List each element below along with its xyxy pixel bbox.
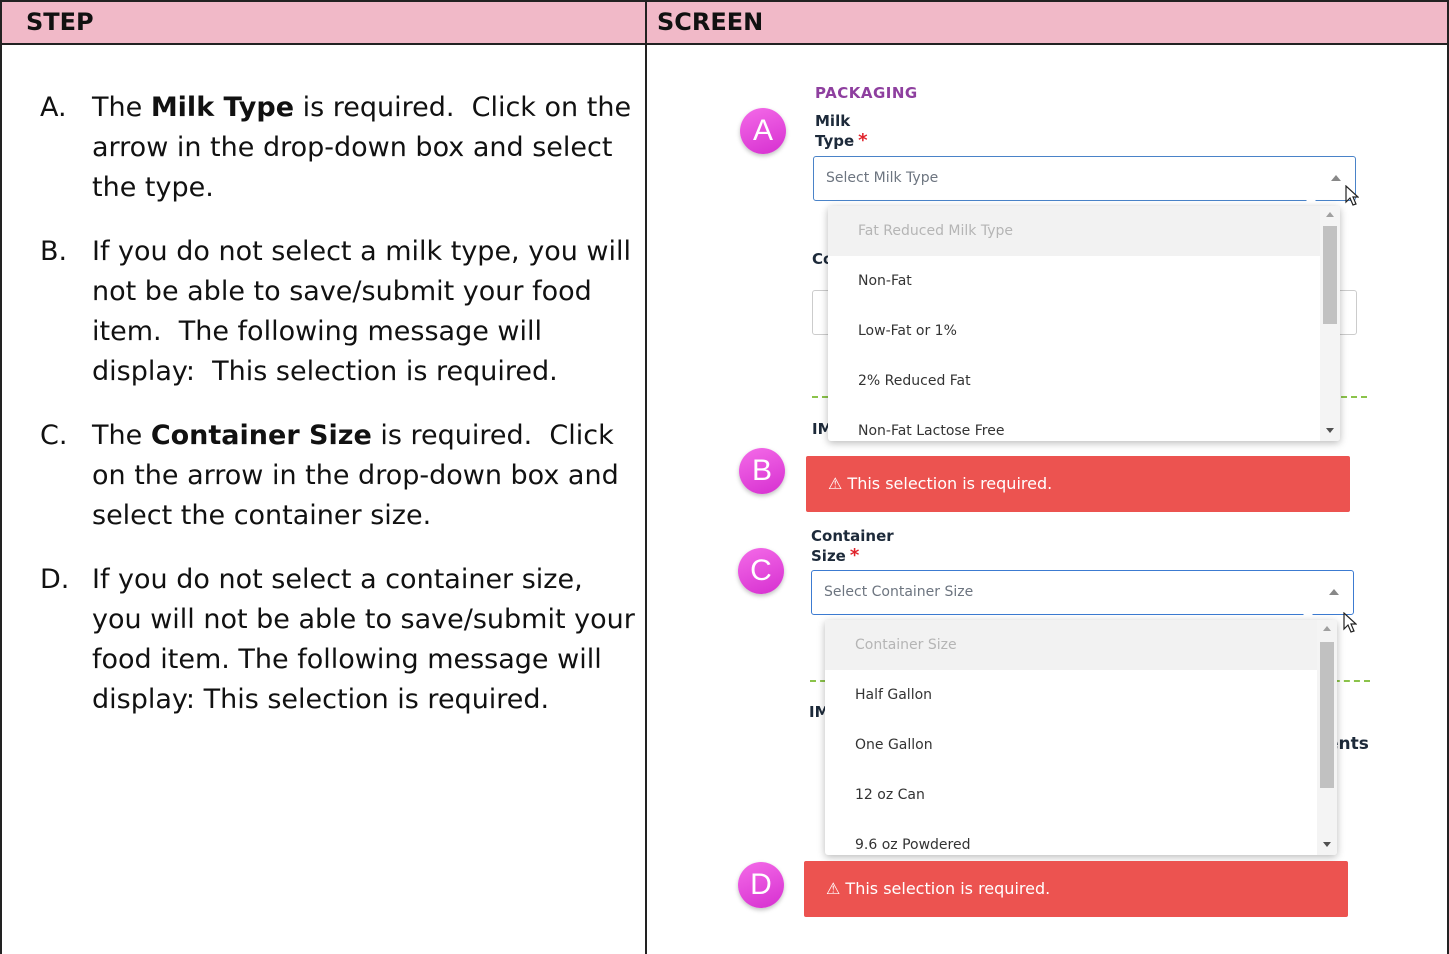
container-size-dropdown-list: Container Size Half Gallon One Gallon 12… xyxy=(825,620,1337,855)
callout-badge-a: A xyxy=(740,108,786,154)
step-bold-term: Container Size xyxy=(150,420,372,451)
step-d: D. If you do not select a container size… xyxy=(40,560,640,720)
container-size-select[interactable]: Select Container Size xyxy=(811,570,1354,615)
step-list: A. The Milk Type is required. Click on t… xyxy=(40,88,640,744)
dropdown-option[interactable]: Non-Fat Lactose Free xyxy=(828,406,1340,441)
step-label: C. xyxy=(40,420,68,451)
error-message-container-size: ⚠ This selection is required. xyxy=(804,861,1348,917)
dropdown-pointer xyxy=(1302,196,1320,205)
screen-column-header: SCREEN xyxy=(645,0,1449,45)
caret-up-icon xyxy=(1331,175,1341,181)
dropdown-option[interactable]: 9.6 oz Powdered xyxy=(825,820,1337,855)
milk-type-placeholder: Select Milk Type xyxy=(826,170,939,186)
dropdown-option[interactable]: 2% Reduced Fat xyxy=(828,356,1340,406)
step-bold-term: Milk Type xyxy=(150,92,294,123)
section-heading: PACKAGING xyxy=(815,84,918,102)
step-label: B. xyxy=(40,236,68,267)
required-asterisk: * xyxy=(849,545,860,566)
error-message-milk-type: ⚠ This selection is required. xyxy=(806,456,1350,512)
required-asterisk: * xyxy=(858,130,868,151)
container-size-placeholder: Select Container Size xyxy=(824,584,974,600)
scroll-down-icon[interactable] xyxy=(1323,842,1331,847)
scroll-down-icon[interactable] xyxy=(1326,428,1334,433)
step-label: D. xyxy=(40,564,70,595)
dropdown-option[interactable]: Non-Fat xyxy=(828,256,1340,306)
dropdown-option[interactable]: Fat Reduced Milk Type xyxy=(828,206,1340,256)
scroll-up-icon[interactable] xyxy=(1326,212,1334,217)
step-text: If you do not select a milk type, you wi… xyxy=(92,236,640,387)
mouse-cursor-icon xyxy=(1343,612,1357,633)
scrollbar-thumb[interactable] xyxy=(1320,642,1334,788)
callout-badge-b: B xyxy=(739,448,785,494)
step-text: The Container Size is required. Click on… xyxy=(92,420,628,531)
step-b: B. If you do not select a milk type, you… xyxy=(40,232,640,392)
step-text: If you do not select a container size, y… xyxy=(92,564,644,715)
milk-type-label: Milk Type * xyxy=(815,112,868,151)
dropdown-option[interactable]: Container Size xyxy=(825,620,1337,670)
container-size-label: Container Size * xyxy=(811,527,894,566)
step-a: A. The Milk Type is required. Click on t… xyxy=(40,88,640,208)
scrollbar-thumb[interactable] xyxy=(1323,226,1337,324)
caret-up-icon xyxy=(1329,589,1339,595)
step-c: C. The Container Size is required. Click… xyxy=(40,416,640,536)
dropdown-scrollbar[interactable] xyxy=(1317,620,1337,855)
dropdown-option[interactable]: Low-Fat or 1% xyxy=(828,306,1340,356)
step-label: A. xyxy=(40,92,67,123)
dropdown-pointer xyxy=(1299,610,1317,619)
callout-badge-c: C xyxy=(738,548,784,594)
callout-badge-d: D xyxy=(738,862,784,908)
scroll-up-icon[interactable] xyxy=(1323,626,1331,631)
milk-type-dropdown-list: Fat Reduced Milk Type Non-Fat Low-Fat or… xyxy=(828,206,1340,441)
dropdown-option[interactable]: 12 oz Can xyxy=(825,770,1337,820)
milk-type-select[interactable]: Select Milk Type xyxy=(813,156,1356,201)
dropdown-option[interactable]: One Gallon xyxy=(825,720,1337,770)
dropdown-scrollbar[interactable] xyxy=(1320,206,1340,441)
dropdown-option[interactable]: Half Gallon xyxy=(825,670,1337,720)
step-text: The Milk Type is required. Click on the … xyxy=(92,92,640,203)
table-border-left xyxy=(0,45,2,954)
step-column-header: STEP xyxy=(0,0,645,45)
mouse-cursor-icon xyxy=(1345,185,1359,206)
table-column-divider xyxy=(645,45,647,954)
